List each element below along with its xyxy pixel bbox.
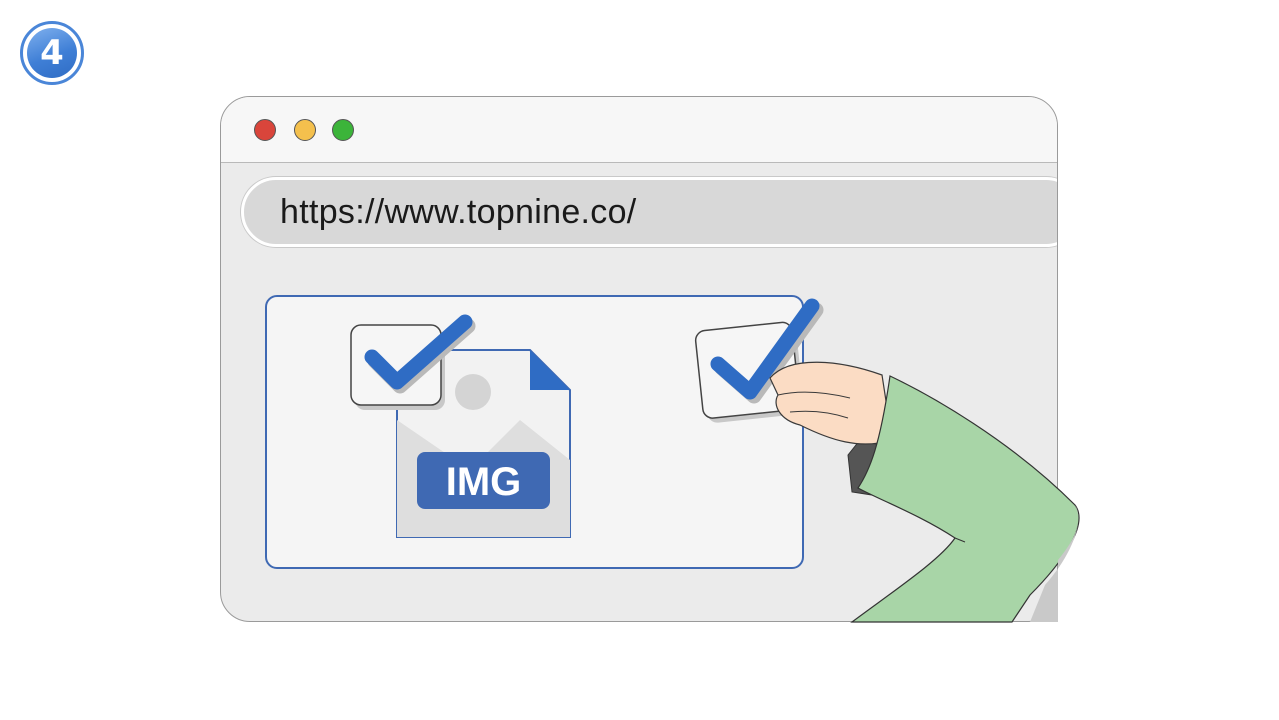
illustration-overlay: IMG — [350, 298, 1080, 623]
hand-pointer-icon — [769, 361, 1080, 623]
file-type-label: IMG — [446, 460, 522, 504]
